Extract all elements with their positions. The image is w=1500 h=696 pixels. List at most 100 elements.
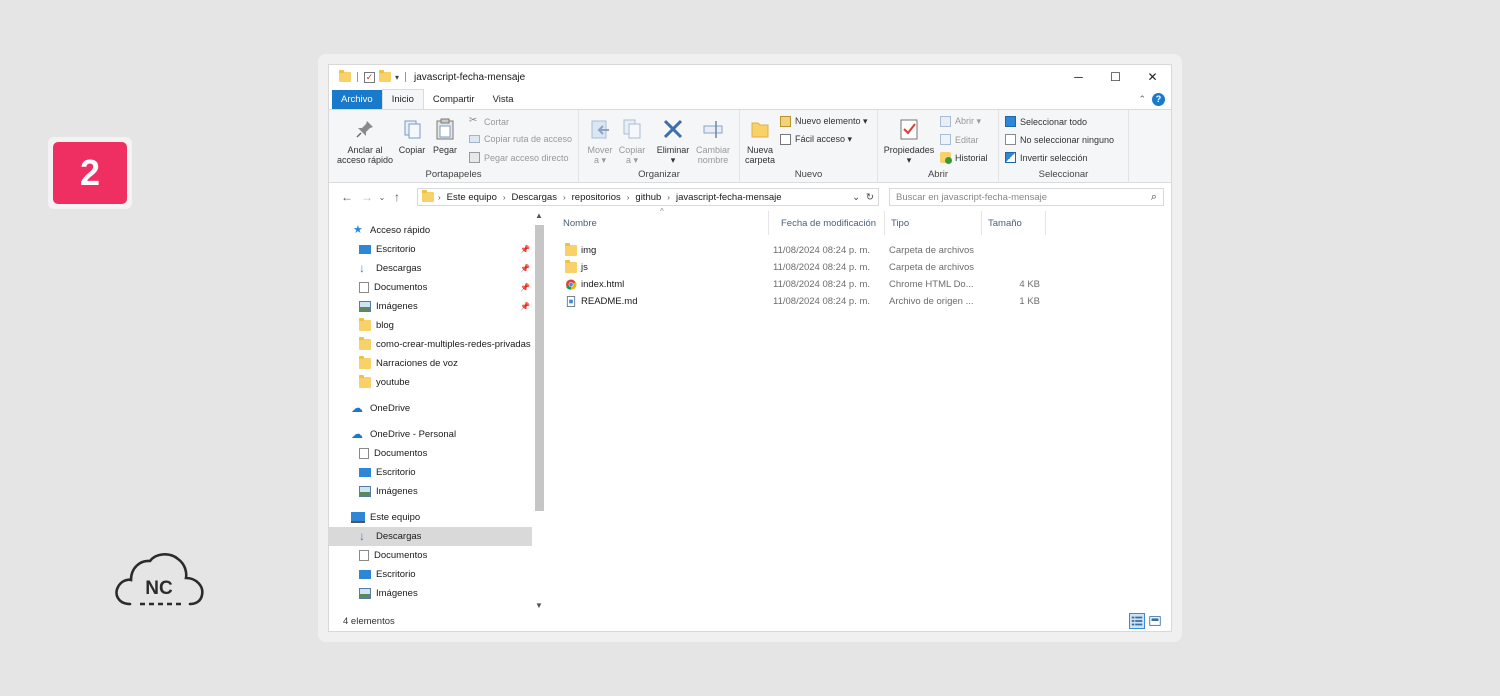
breadcrumb-repositorios[interactable]: repositorios bbox=[566, 192, 627, 203]
select-all-icon bbox=[1005, 116, 1016, 127]
file-row[interactable]: index.html 11/08/2024 08:24 p. m. Chrome… bbox=[563, 276, 1063, 293]
breadcrumb-current[interactable]: javascript-fecha-mensaje bbox=[670, 192, 788, 203]
customize-toolbar-icon[interactable]: ▾ bbox=[395, 73, 399, 82]
nav-youtube[interactable]: youtube bbox=[329, 373, 532, 392]
help-icon[interactable]: ? bbox=[1152, 92, 1165, 106]
nav-onedrive[interactable]: ☁ OneDrive bbox=[329, 399, 532, 418]
group-seleccionar: Seleccionar todo No seleccionar ninguno … bbox=[999, 110, 1129, 183]
select-all-button[interactable]: Seleccionar todo bbox=[1005, 116, 1087, 127]
copy-icon bbox=[404, 120, 421, 139]
move-to-button[interactable]: Mover a ▾ bbox=[585, 118, 615, 165]
close-button[interactable]: ✕ bbox=[1134, 65, 1171, 89]
nav-blog[interactable]: blog bbox=[329, 316, 532, 335]
new-folder-button[interactable]: Nueva carpeta bbox=[742, 118, 778, 165]
new-item-button[interactable]: Nuevo elemento ▾ bbox=[780, 116, 868, 127]
large-icons-view-icon[interactable] bbox=[1147, 613, 1163, 629]
nav-este-equipo[interactable]: Este equipo bbox=[329, 508, 532, 527]
group-nuevo: Nueva carpeta Nuevo elemento ▾ Fácil acc… bbox=[740, 110, 878, 183]
pin-icon[interactable]: 📌 bbox=[520, 245, 530, 254]
nav-od-documentos[interactable]: Documentos bbox=[329, 444, 532, 463]
nav-scrollbar[interactable]: ▲ ▼ bbox=[533, 211, 545, 613]
tab-compartir[interactable]: Compartir bbox=[424, 90, 484, 109]
column-fecha[interactable]: Fecha de modificación bbox=[769, 211, 885, 235]
nav-escritorio[interactable]: Escritorio 📌 bbox=[329, 240, 532, 259]
rename-button[interactable]: Cambiar nombre bbox=[693, 118, 733, 165]
properties-icon[interactable]: ✓ bbox=[364, 71, 375, 83]
breadcrumb-descargas[interactable]: Descargas bbox=[506, 192, 563, 203]
select-none-button[interactable]: No seleccionar ninguno bbox=[1005, 134, 1114, 145]
copy-button[interactable]: Copiar bbox=[397, 118, 427, 155]
pin-icon[interactable]: 📌 bbox=[520, 283, 530, 292]
nav-imagenes[interactable]: Imágenes 📌 bbox=[329, 297, 532, 316]
breadcrumb-github[interactable]: github bbox=[629, 192, 667, 203]
nav-od-imagenes[interactable]: Imágenes bbox=[329, 482, 532, 501]
pin-icon[interactable]: 📌 bbox=[520, 264, 530, 273]
easy-access-button[interactable]: Fácil acceso ▾ bbox=[780, 134, 852, 145]
history-button[interactable]: Historial bbox=[940, 152, 988, 164]
computer-icon bbox=[351, 512, 365, 523]
tab-vista[interactable]: Vista bbox=[484, 90, 523, 109]
file-row[interactable]: README.md 11/08/2024 08:24 p. m. Archivo… bbox=[563, 293, 1063, 310]
column-tamano[interactable]: Tamaño bbox=[982, 211, 1046, 235]
forward-button[interactable]: → bbox=[357, 190, 377, 204]
address-bar[interactable]: › Este equipo › Descargas › repositorios… bbox=[417, 188, 879, 206]
pin-quick-access-button[interactable]: Anclar al acceso rápido bbox=[335, 118, 395, 165]
file-row[interactable]: img 11/08/2024 08:24 p. m. Carpeta de ar… bbox=[563, 242, 1063, 259]
label: Tamaño bbox=[988, 217, 1022, 229]
tab-inicio[interactable]: Inicio bbox=[381, 89, 424, 109]
nav-pc-escritorio[interactable]: Escritorio bbox=[329, 565, 532, 584]
document-icon bbox=[359, 282, 369, 293]
invert-selection-button[interactable]: Invertir selección bbox=[1005, 152, 1088, 163]
nav-od-escritorio[interactable]: Escritorio bbox=[329, 463, 532, 482]
delete-button[interactable]: Eliminar ▾ bbox=[655, 118, 691, 165]
cut-button[interactable]: ✂ Cortar bbox=[469, 116, 509, 127]
image-icon bbox=[359, 301, 371, 312]
label: Cortar bbox=[484, 116, 510, 127]
nav-pc-documentos[interactable]: Documentos bbox=[329, 546, 532, 565]
nav-narraciones[interactable]: Narraciones de voz bbox=[329, 354, 532, 373]
nav-acceso-rapido[interactable]: ★ Acceso rápido bbox=[329, 221, 532, 240]
nav-descargas[interactable]: ↓ Descargas 📌 bbox=[329, 259, 532, 278]
scroll-up-icon[interactable]: ▲ bbox=[533, 211, 545, 223]
nav-pc-imagenes[interactable]: Imágenes bbox=[329, 584, 532, 603]
select-none-icon bbox=[1005, 134, 1016, 145]
collapse-ribbon-icon[interactable]: ⌃ bbox=[1138, 94, 1146, 105]
quick-access-toolbar: ✓ ▾ bbox=[329, 70, 408, 83]
new-folder-icon[interactable] bbox=[379, 70, 391, 82]
nav-como-crear[interactable]: como-crear-multiples-redes-privadas bbox=[329, 335, 532, 354]
nav-documentos[interactable]: Documentos 📌 bbox=[329, 278, 532, 297]
edit-button[interactable]: Editar bbox=[940, 134, 979, 145]
refresh-icon[interactable]: ↻ bbox=[866, 192, 874, 203]
breadcrumb-este-equipo[interactable]: Este equipo bbox=[441, 192, 503, 203]
back-button[interactable]: ← bbox=[337, 190, 357, 204]
open-button[interactable]: Abrir ▾ bbox=[940, 116, 981, 127]
column-tipo[interactable]: Tipo bbox=[885, 211, 982, 235]
pin-icon[interactable]: 📌 bbox=[520, 302, 530, 311]
copy-to-button[interactable]: Copiar a ▾ bbox=[617, 118, 647, 165]
minimize-button[interactable]: ─ bbox=[1060, 65, 1097, 89]
chevron-down-icon[interactable]: ⌄ bbox=[852, 192, 860, 203]
recent-locations-icon[interactable]: ⌄ bbox=[377, 193, 387, 202]
up-button[interactable]: ↑ bbox=[387, 190, 407, 204]
copy-path-button[interactable]: Copiar ruta de acceso bbox=[469, 134, 572, 144]
file-row[interactable]: js 11/08/2024 08:24 p. m. Carpeta de arc… bbox=[563, 259, 1063, 276]
paste-button[interactable]: Pegar bbox=[431, 118, 459, 155]
group-label: Portapapeles bbox=[425, 169, 482, 180]
file-type: Carpeta de archivos bbox=[889, 245, 975, 256]
search-input[interactable]: Buscar en javascript-fecha-mensaje ⌕ bbox=[889, 188, 1164, 206]
maximize-button[interactable]: ☐ bbox=[1097, 65, 1134, 89]
paste-shortcut-button[interactable]: Pegar acceso directo bbox=[469, 152, 569, 163]
label: Imágenes bbox=[376, 588, 418, 599]
nav-pc-descargas[interactable]: ↓ Descargas bbox=[329, 527, 532, 546]
nav-onedrive-personal[interactable]: ☁ OneDrive - Personal bbox=[329, 425, 532, 444]
window-title: javascript-fecha-mensaje bbox=[414, 71, 526, 83]
tab-archivo[interactable]: Archivo bbox=[332, 90, 382, 109]
desktop-icon bbox=[359, 245, 371, 254]
label: Descargas bbox=[376, 263, 422, 274]
scroll-thumb[interactable] bbox=[535, 225, 544, 511]
folder-icon bbox=[359, 375, 371, 388]
properties-button[interactable]: Propiedades ▾ bbox=[882, 118, 936, 165]
label: blog bbox=[376, 320, 394, 331]
details-view-icon[interactable] bbox=[1129, 613, 1145, 629]
label: Anclar al bbox=[347, 145, 383, 155]
